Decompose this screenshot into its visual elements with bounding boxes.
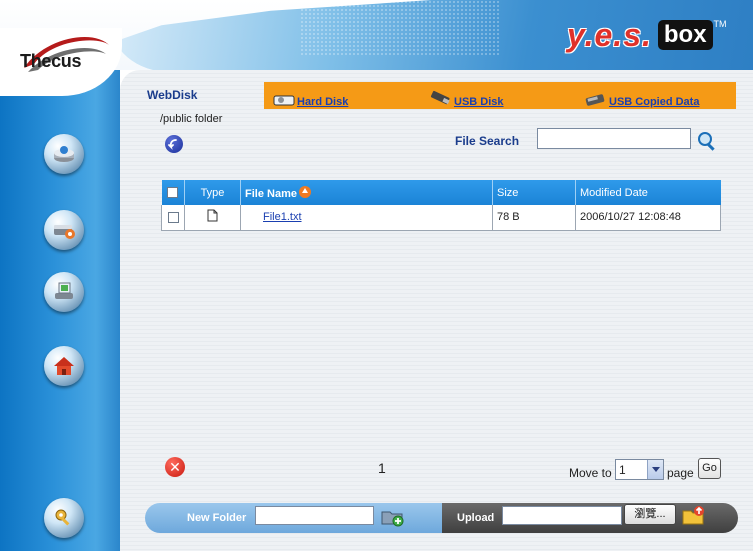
- upload-label: Upload: [457, 512, 495, 524]
- disk-drive-icon: [54, 146, 74, 162]
- browse-button[interactable]: 瀏覽...: [624, 504, 676, 525]
- chevron-down-icon[interactable]: [647, 460, 663, 479]
- sidebar-item-home[interactable]: [44, 346, 84, 386]
- column-header-file-name[interactable]: File Name: [240, 180, 493, 205]
- current-page-number: 1: [378, 460, 386, 476]
- delete-button[interactable]: ✕: [165, 457, 185, 477]
- page-label: page: [667, 466, 694, 480]
- add-folder-icon[interactable]: [380, 503, 406, 529]
- file-search-input[interactable]: [537, 128, 691, 149]
- file-icon: [207, 209, 218, 222]
- trademark-text: TM: [713, 19, 727, 29]
- file-search-label: File Search: [455, 134, 520, 148]
- column-header-label: File Name: [245, 187, 297, 200]
- storage-monitor-icon: [55, 282, 73, 299]
- hard-disk-icon: [273, 95, 295, 106]
- row-select-cell: [161, 205, 185, 231]
- page-select-value: 1: [619, 462, 626, 477]
- back-button[interactable]: [165, 135, 183, 153]
- row-modified-cell: 2006/10/27 12:08:48: [575, 205, 721, 231]
- search-icon[interactable]: [695, 129, 719, 153]
- new-folder-label: New Folder: [187, 512, 247, 524]
- network-settings-icon: [54, 225, 75, 239]
- select-all-checkbox[interactable]: [167, 187, 179, 199]
- column-header-size: Size: [492, 180, 576, 205]
- tab-hard-disk[interactable]: Hard Disk: [272, 84, 348, 108]
- page-select[interactable]: 1: [615, 459, 664, 480]
- sidebar-item-storage[interactable]: [44, 272, 84, 312]
- file-name-link[interactable]: File1.txt: [263, 211, 302, 223]
- page-title: WebDisk: [147, 88, 198, 102]
- row-type-cell: [184, 205, 241, 231]
- tab-label: Hard Disk: [297, 96, 349, 108]
- tab-bar: Hard Disk USB Disk USB Copied Data: [264, 82, 736, 109]
- sidebar-item-logout[interactable]: [44, 498, 84, 538]
- tab-label: USB Disk: [454, 96, 504, 108]
- current-path: /public folder: [160, 113, 223, 125]
- thecus-logo-text: Thecus: [20, 51, 82, 71]
- yes-logo-text: y.e.s.: [567, 16, 652, 53]
- sidebar-item-network[interactable]: [44, 210, 84, 250]
- tab-usb-disk[interactable]: USB Disk: [429, 84, 504, 108]
- upload-file-input[interactable]: [502, 506, 622, 525]
- usb-disk-icon: [430, 90, 450, 105]
- row-size-cell: 78 B: [492, 205, 576, 231]
- back-arrow-icon: [168, 139, 177, 150]
- move-to-label: Move to: [569, 466, 612, 480]
- header-pattern: [300, 0, 500, 55]
- key-icon: [55, 509, 70, 526]
- home-icon: [54, 357, 74, 375]
- tab-label: USB Copied Data: [609, 96, 700, 108]
- go-button[interactable]: Go: [698, 458, 721, 479]
- yes-box-logo: y.e.s. box TM: [567, 17, 727, 53]
- delete-icon: ✕: [169, 459, 181, 475]
- box-logo-text: box: [657, 20, 713, 50]
- column-header-modified-date: Modified Date: [575, 180, 721, 205]
- table-header-row: Type File Name Size Modified Date: [161, 180, 721, 205]
- upload-folder-icon[interactable]: [681, 502, 707, 528]
- tab-usb-copied-data[interactable]: USB Copied Data: [584, 84, 699, 108]
- row-checkbox[interactable]: [167, 211, 179, 223]
- column-header-type: Type: [184, 180, 241, 205]
- row-name-cell: File1.txt: [240, 205, 493, 231]
- sort-up-icon[interactable]: [298, 185, 311, 198]
- new-folder-input[interactable]: [255, 506, 374, 525]
- usb-copied-data-icon: [585, 94, 605, 106]
- select-all-column: [161, 180, 185, 205]
- table-row: File1.txt 78 B 2006/10/27 12:08:48: [161, 205, 721, 231]
- sidebar-item-disk[interactable]: [44, 134, 84, 174]
- file-table: Type File Name Size Modified Date File1.…: [161, 180, 721, 231]
